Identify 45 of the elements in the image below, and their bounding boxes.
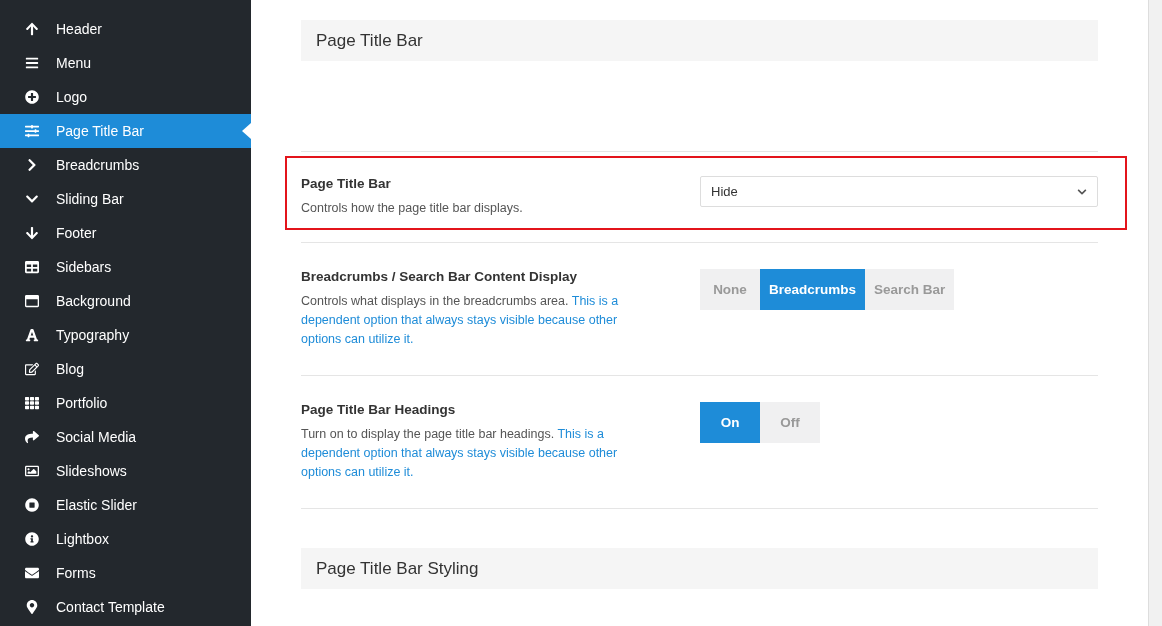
sidebar-item[interactable]: Breadcrumbs: [0, 148, 251, 182]
sidebar-item[interactable]: Contact Template: [0, 590, 251, 624]
window-icon: [25, 294, 39, 308]
sidebar-item[interactable]: Blog: [0, 352, 251, 386]
choice-button[interactable]: Breadcrumbs: [760, 269, 866, 310]
info-icon: [25, 532, 39, 546]
sidebar-item[interactable]: Elastic Slider: [0, 488, 251, 522]
sidebar-item[interactable]: Footer: [0, 216, 251, 250]
font-icon: [25, 328, 39, 342]
table-icon: [25, 260, 39, 274]
sidebar-item[interactable]: Social Media: [0, 420, 251, 454]
option-title: Page Title Bar Headings: [301, 402, 457, 417]
sidebar-item[interactable]: Typography: [0, 318, 251, 352]
map-pin-icon: [25, 600, 39, 614]
sliders-icon: [25, 124, 39, 138]
menu-icon: [25, 56, 39, 70]
edit-icon: [25, 362, 39, 376]
sidebar-item[interactable]: Logo: [0, 80, 251, 114]
grid-icon: [25, 396, 39, 410]
arrow-up-icon: [25, 22, 39, 36]
sidebar-item[interactable]: Background: [0, 284, 251, 318]
active-pointer-icon: [242, 123, 251, 139]
image-icon: [25, 464, 39, 478]
share-arrow-icon: [25, 430, 39, 444]
sidebar-item[interactable]: Lightbox: [0, 522, 251, 556]
option-description: Turn on to display the page title bar headings. This is a dependent option that always stays visible because other options can utilize it.: [301, 426, 619, 481]
sidebar-item[interactable]: Portfolio: [0, 386, 251, 420]
option-description: Controls what displays in the breadcrumbs area. This is a dependent option that always stays visible because other options can utilize it.: [301, 293, 620, 348]
sidebar-item[interactable]: Forms: [0, 556, 251, 590]
select-field[interactable]: Hide: [700, 176, 1098, 207]
option-description: Controls how the page title bar displays.: [301, 200, 524, 217]
section-heading: Page Title Bar Styling: [301, 548, 1098, 589]
sidebar-item[interactable]: Sidebars: [0, 250, 251, 284]
option-title: Page Title Bar: [301, 176, 392, 191]
section-heading: Page Title Bar: [301, 20, 1098, 61]
sidebar-item[interactable]: Header: [0, 12, 251, 46]
option-title: Breadcrumbs / Search Bar Content Display: [301, 269, 579, 284]
sidebar-item[interactable]: Sliding Bar: [0, 182, 251, 216]
envelope-icon: [25, 566, 39, 580]
sidebar-item[interactable]: Page Title Bar: [0, 114, 251, 148]
sidebar-item[interactable]: Menu: [0, 46, 251, 80]
sidebar-item[interactable]: Slideshows: [0, 454, 251, 488]
chevron-down-icon: [1077, 186, 1087, 197]
arrow-down-icon: [25, 226, 39, 240]
choice-button[interactable]: On: [700, 402, 760, 443]
